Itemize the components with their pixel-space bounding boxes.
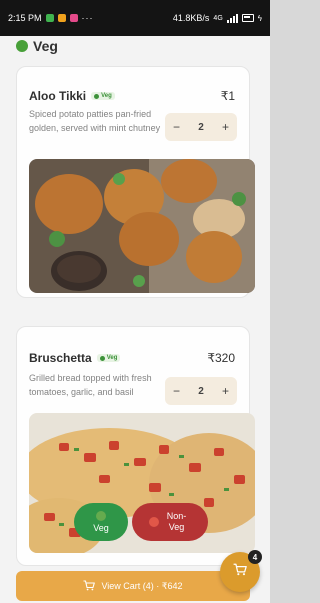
view-cart-label: View Cart (4) · ₹642: [101, 580, 183, 591]
item-image: [29, 159, 255, 293]
increment-button[interactable]: +: [222, 384, 229, 398]
item-price: ₹320: [207, 351, 235, 365]
nonveg-filter-button[interactable]: Non-Veg: [132, 503, 208, 541]
cart-icon: [233, 563, 247, 581]
cart-icon: [83, 579, 96, 593]
veg-badge: Veg: [91, 92, 115, 100]
app-notification-icon: [45, 14, 54, 22]
veg-dot-icon: [99, 355, 105, 361]
item-name: Aloo Tikki: [29, 89, 87, 103]
network-speed: 41.8KB/s: [172, 13, 210, 23]
charging-icon: ϟ: [257, 13, 262, 23]
quantity-stepper: − 2 +: [165, 113, 237, 141]
menu-item-card[interactable]: Aloo Tikki Veg ₹1 Spiced potato patties …: [16, 66, 255, 298]
category-header: Veg: [16, 38, 58, 54]
app-notification-icon: [57, 14, 66, 22]
cart-count-badge: 4: [248, 550, 262, 564]
quantity-value: 2: [198, 121, 204, 133]
veg-dot-icon: [16, 40, 28, 52]
increment-button[interactable]: +: [222, 120, 229, 134]
app-notification-icon: [69, 14, 78, 22]
veg-filter-button[interactable]: Veg: [74, 503, 128, 541]
veg-badge: Veg: [96, 354, 121, 362]
decrement-button[interactable]: −: [173, 120, 180, 134]
item-description: Spiced potato patties pan-fried golden, …: [29, 109, 161, 133]
nonveg-dot-icon: [148, 517, 159, 527]
status-left: 2:15 PM ···: [8, 13, 94, 23]
app-screen: 2:15 PM ··· 41.8KB/s 4G ϟ Veg Aloo Tikki…: [0, 0, 270, 603]
more-notifications-icon: ···: [81, 13, 94, 23]
veg-dot-icon: [96, 511, 106, 521]
signal-icon: [226, 13, 238, 23]
status-right: 41.8KB/s 4G ϟ: [173, 13, 262, 23]
veg-badge-label: Veg: [106, 355, 118, 361]
item-name: Bruschetta: [29, 351, 92, 365]
item-title-row: Aloo Tikki Veg: [29, 89, 115, 103]
veg-filter-label: Veg: [93, 523, 109, 533]
status-time: 2:15 PM: [8, 13, 42, 23]
quantity-stepper: − 2 +: [165, 377, 237, 405]
category-title: Veg: [33, 38, 58, 54]
item-description: Grilled bread topped with fresh tomatoes…: [29, 373, 152, 397]
nonveg-filter-label: Non-Veg: [166, 511, 187, 532]
veg-badge-label: Veg: [101, 93, 112, 99]
veg-dot-icon: [94, 93, 100, 99]
item-title-row: Bruschetta Veg: [29, 351, 121, 365]
status-bar: 2:15 PM ··· 41.8KB/s 4G ϟ: [0, 0, 270, 36]
quantity-value: 2: [198, 385, 204, 397]
view-cart-button[interactable]: View Cart (4) · ₹642: [16, 571, 250, 601]
item-price: ₹1: [220, 89, 235, 103]
sim-label: 4G: [213, 14, 223, 22]
battery-icon: [241, 14, 254, 22]
decrement-button[interactable]: −: [173, 384, 180, 398]
